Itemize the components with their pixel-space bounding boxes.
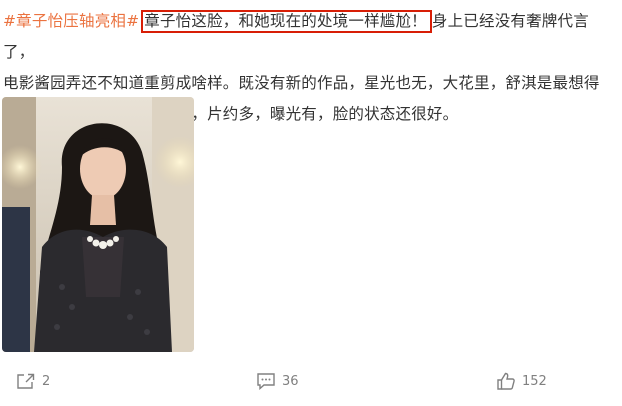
photo-image bbox=[2, 97, 194, 352]
post-line-2: 电影酱园弄还不知道重剪成啥样。既没有新的作品，星光也无，大花里，舒淇是最想得 bbox=[3, 74, 600, 92]
highlighted-sentence: 章子怡这脸，和她现在的处境一样尴尬！ bbox=[141, 10, 432, 33]
hashtag-link[interactable]: #章子怡压轴亮相# bbox=[3, 12, 139, 30]
share-icon bbox=[17, 373, 35, 389]
comment-button[interactable]: 36 bbox=[256, 372, 299, 390]
share-button[interactable]: 2 bbox=[16, 372, 50, 390]
like-count: 152 bbox=[522, 373, 547, 389]
comment-count: 36 bbox=[282, 373, 299, 389]
post-photo[interactable] bbox=[2, 97, 194, 352]
like-button[interactable]: 152 bbox=[496, 372, 547, 390]
post-line-1: #章子怡压轴亮相# 章子怡这脸，和她现在的处境一样尴尬！ 身上已经没有奢牌代言了， bbox=[3, 6, 619, 68]
comment-icon bbox=[257, 373, 275, 390]
share-count: 2 bbox=[42, 373, 51, 389]
thumbs-up-icon bbox=[497, 372, 515, 390]
action-bar: 2 36 152 bbox=[0, 372, 622, 396]
